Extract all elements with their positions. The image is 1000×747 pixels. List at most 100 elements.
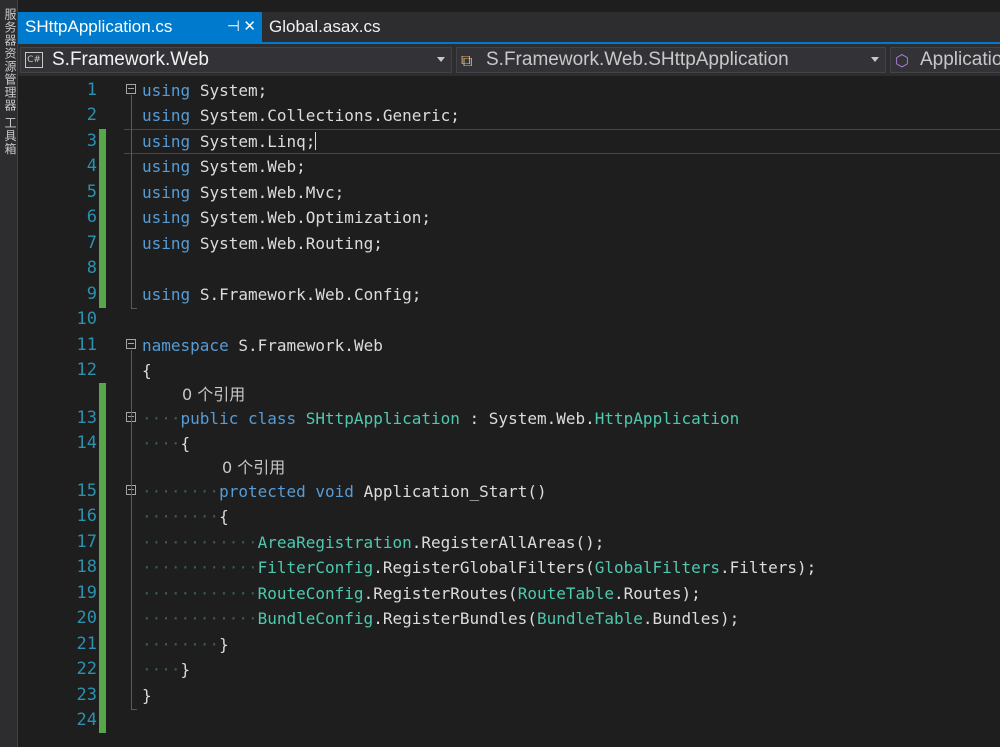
code-line[interactable]: { bbox=[142, 358, 152, 383]
codelens-reference[interactable]: 0 个引用 bbox=[182, 382, 245, 407]
type-name: SHttpApplication bbox=[305, 409, 460, 428]
line-number: 1 bbox=[86, 80, 97, 100]
line-number: 18 bbox=[76, 557, 97, 577]
whitespace-dots: ········ bbox=[142, 507, 220, 526]
code-line[interactable]: using System.Collections.Generic; bbox=[142, 103, 460, 128]
code-text: System.Web.Optimization; bbox=[199, 208, 431, 227]
line-number: 23 bbox=[76, 685, 97, 705]
code-text: { bbox=[142, 361, 152, 380]
code-line[interactable]: using System; bbox=[142, 78, 267, 103]
code-line[interactable]: using System.Linq; bbox=[142, 129, 317, 154]
tab-global-asax[interactable]: Global.asax.cs bbox=[262, 12, 412, 42]
code-text: System.Web.Mvc; bbox=[199, 183, 345, 202]
line-number: 6 bbox=[86, 207, 97, 227]
type-name: FilterConfig bbox=[257, 558, 374, 577]
line-number: 12 bbox=[76, 360, 97, 380]
code-line[interactable]: ············RouteConfig.RegisterRoutes(R… bbox=[142, 581, 701, 606]
line-number: 5 bbox=[86, 182, 97, 202]
code-line[interactable]: using System.Web.Routing; bbox=[142, 231, 383, 256]
code-text: System.Collections.Generic; bbox=[199, 106, 460, 125]
line-number: 24 bbox=[76, 710, 97, 730]
keyword: using bbox=[142, 285, 191, 304]
keyword: using bbox=[142, 157, 191, 176]
code-text: .RegisterAllAreas(); bbox=[411, 533, 605, 552]
code-text: S.Framework.Web.Config; bbox=[199, 285, 422, 304]
project-dropdown[interactable]: C# S.Framework.Web bbox=[20, 47, 452, 73]
code-line[interactable]: ············BundleConfig.RegisterBundles… bbox=[142, 606, 739, 631]
type-name: HttpApplication bbox=[594, 409, 740, 428]
member-dropdown[interactable]: ⬡ Applicatio bbox=[890, 47, 1000, 73]
pin-icon[interactable]: ⊣ bbox=[227, 12, 240, 42]
keyword: public class bbox=[180, 409, 297, 428]
code-line[interactable]: } bbox=[142, 683, 152, 708]
type-name: RouteTable bbox=[517, 584, 615, 603]
collapse-icon[interactable] bbox=[126, 339, 136, 349]
code-text: System.Web.Routing; bbox=[199, 234, 383, 253]
keyword: using bbox=[142, 208, 191, 227]
method-icon: ⬡ bbox=[895, 53, 909, 70]
close-icon[interactable]: ✕ bbox=[243, 12, 256, 42]
code-text: .RegisterRoutes( bbox=[363, 584, 518, 603]
line-number: 19 bbox=[76, 583, 97, 603]
outline-guide bbox=[131, 95, 132, 309]
code-line[interactable]: ····public class SHttpApplication : Syst… bbox=[142, 406, 739, 431]
line-number: 2 bbox=[86, 105, 97, 125]
line-number: 10 bbox=[76, 309, 97, 329]
line-number: 21 bbox=[76, 634, 97, 654]
code-text: .RegisterGlobalFilters( bbox=[373, 558, 595, 577]
code-line[interactable]: using System.Web.Optimization; bbox=[142, 205, 431, 230]
code-area[interactable]: 1 2 3 4 5 6 7 8 9 10 11 12 13 14 15 16 1… bbox=[0, 76, 1000, 747]
navigation-bar: C# S.Framework.Web ⧉ S.Framework.Web.SHt… bbox=[18, 44, 1000, 76]
line-number: 9 bbox=[86, 284, 97, 304]
class-icon: ⧉ bbox=[461, 53, 473, 70]
code-line[interactable]: ····} bbox=[142, 657, 190, 682]
code-line[interactable]: using S.Framework.Web.Config; bbox=[142, 282, 421, 307]
code-line[interactable]: namespace S.Framework.Web bbox=[142, 333, 383, 358]
code-line[interactable]: using System.Web.Mvc; bbox=[142, 180, 344, 205]
code-text: .Bundles); bbox=[642, 609, 740, 628]
code-text: S.Framework.Web bbox=[238, 336, 383, 355]
line-number: 16 bbox=[76, 506, 97, 526]
outline-guide bbox=[131, 308, 137, 309]
collapse-icon[interactable] bbox=[126, 84, 136, 94]
code-text: } bbox=[180, 660, 191, 679]
keyword: using bbox=[142, 132, 191, 151]
text-caret bbox=[315, 132, 317, 150]
chevron-down-icon bbox=[871, 57, 879, 62]
code-line[interactable]: using System.Web; bbox=[142, 154, 306, 179]
type-dropdown[interactable]: ⧉ S.Framework.Web.SHttpApplication bbox=[456, 47, 886, 73]
chevron-down-icon bbox=[437, 57, 445, 62]
keyword: protected void bbox=[219, 482, 354, 501]
keyword: using bbox=[142, 81, 191, 100]
csharp-project-icon: C# bbox=[25, 52, 43, 68]
change-marker bbox=[99, 383, 106, 733]
code-line[interactable]: ····{ bbox=[142, 431, 190, 456]
code-line[interactable]: ········protected void Application_Start… bbox=[142, 479, 547, 504]
line-number: 20 bbox=[76, 608, 97, 628]
code-text: { bbox=[180, 434, 191, 453]
code-text: Application_Start() bbox=[363, 482, 547, 501]
line-number: 11 bbox=[76, 335, 97, 355]
whitespace-dots: ············ bbox=[142, 558, 258, 577]
tab-shttpapplication[interactable]: SHttpApplication.cs ⊣ ✕ bbox=[18, 12, 262, 42]
code-text: .Filters); bbox=[719, 558, 817, 577]
codelens-reference[interactable]: 0 个引用 bbox=[222, 455, 285, 480]
line-number: 15 bbox=[76, 481, 97, 501]
type-label: S.Framework.Web.SHttpApplication bbox=[486, 49, 789, 70]
line-number: 17 bbox=[76, 532, 97, 552]
code-text: System; bbox=[199, 81, 268, 100]
line-number: 3 bbox=[86, 131, 97, 151]
line-number: 14 bbox=[76, 433, 97, 453]
whitespace-dots: ···· bbox=[142, 660, 181, 679]
code-line[interactable]: ········} bbox=[142, 632, 229, 657]
change-marker bbox=[99, 129, 106, 308]
code-line[interactable]: ············AreaRegistration.RegisterAll… bbox=[142, 530, 604, 555]
code-text: System.Linq; bbox=[199, 132, 316, 151]
type-name: GlobalFilters bbox=[594, 558, 720, 577]
code-line[interactable]: ············FilterConfig.RegisterGlobalF… bbox=[142, 555, 816, 580]
code-line[interactable]: ········{ bbox=[142, 504, 229, 529]
document-tab-bar: SHttpApplication.cs ⊣ ✕ Global.asax.cs bbox=[18, 12, 1000, 42]
type-name: AreaRegistration bbox=[257, 533, 412, 552]
outline-guide bbox=[131, 350, 132, 710]
keyword: using bbox=[142, 234, 191, 253]
